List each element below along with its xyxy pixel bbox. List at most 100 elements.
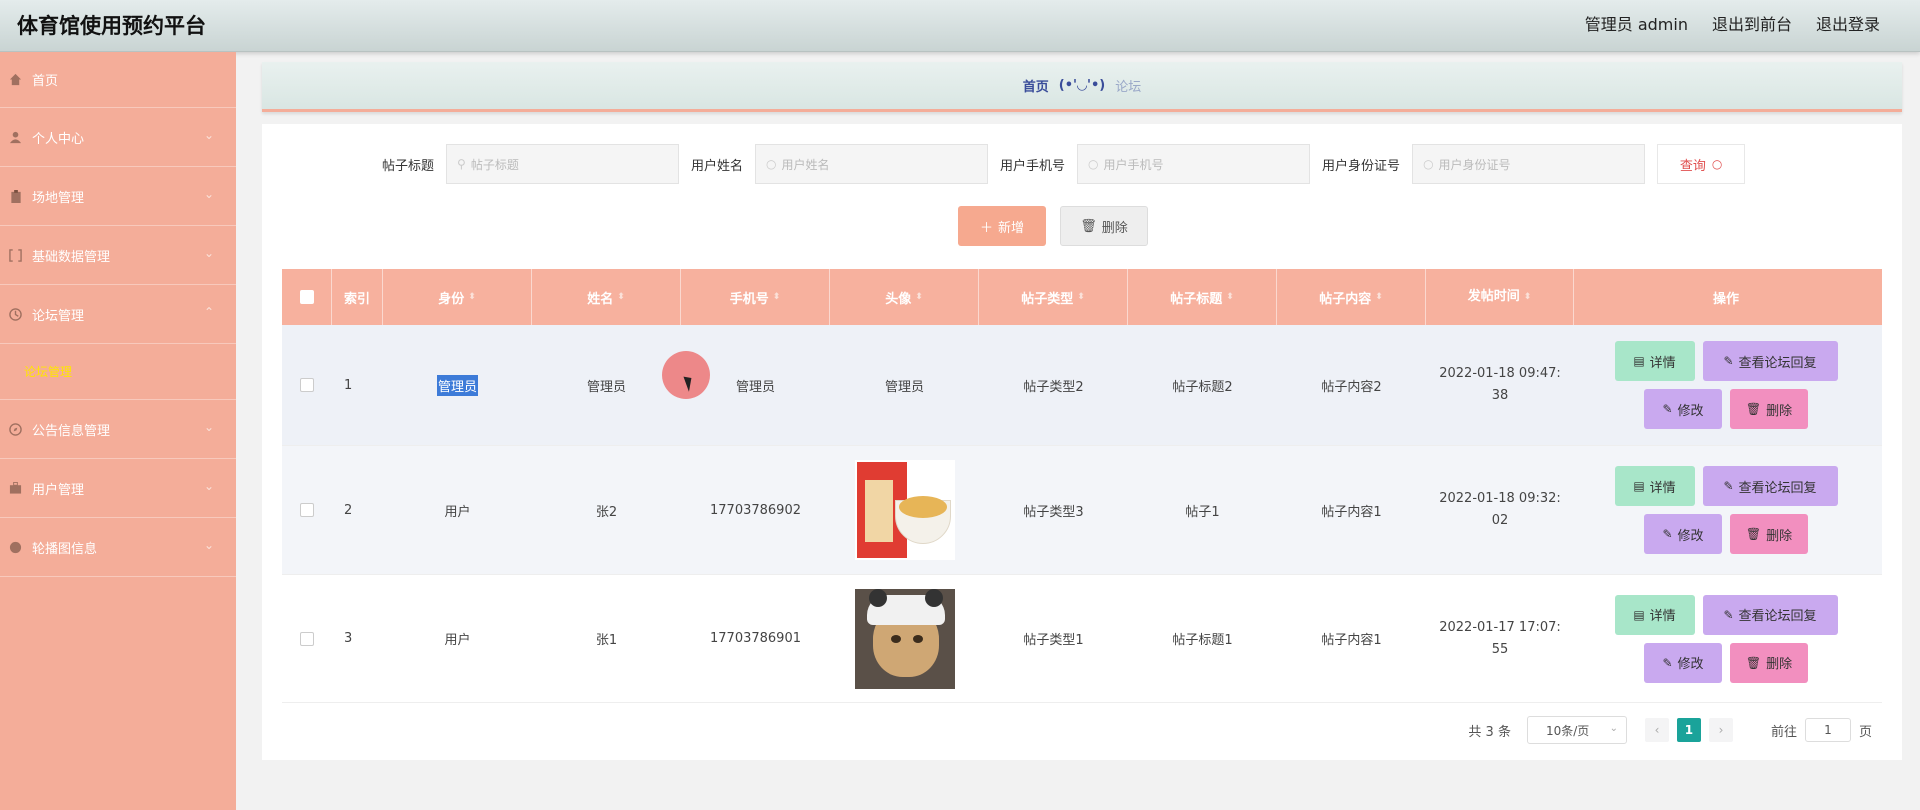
- col-content[interactable]: 帖子内容 ⬍: [1277, 269, 1426, 325]
- prev-page-button[interactable]: ‹: [1644, 718, 1669, 742]
- chevron-down-icon: ⌄: [203, 538, 214, 552]
- batch-delete-label: 删除: [1101, 220, 1128, 236]
- page-size-select[interactable]: 10条/页 ⌄: [1526, 716, 1627, 744]
- sidebar-item-label: 公告信息管理: [32, 423, 111, 439]
- cell-role: 管理员: [383, 325, 532, 445]
- chevron-down-icon: ⌄: [203, 187, 214, 201]
- current-user-label: 管理员 admin: [1584, 15, 1688, 34]
- edit-button-label: 修改: [1677, 657, 1704, 672]
- sidebar-item-forum[interactable]: 论坛管理 ⌃: [0, 285, 236, 344]
- page-unit-label: 页: [1858, 724, 1872, 740]
- post-title-input[interactable]: ⚲ 帖子标题: [446, 144, 680, 184]
- cell-name: 张1: [595, 633, 618, 648]
- search-form: 帖子标题 ⚲ 帖子标题 用户姓名 ○ 用户姓名 用户手机号 ○ 用户手机号 用户…: [382, 144, 1746, 184]
- total-count: 共 3 条: [1468, 724, 1511, 740]
- delete-button[interactable]: 🗑 删除: [1730, 642, 1808, 683]
- view-replies-button[interactable]: ✎ 查看论坛回复: [1702, 594, 1838, 635]
- cell-role: 用户: [444, 633, 471, 648]
- col-avatar-label: 头像: [885, 291, 912, 307]
- row-checkbox[interactable]: [300, 378, 314, 392]
- cell-index: 2: [344, 502, 353, 518]
- table-row: 1 管理员 管理员 管理员 管理员 帖子类型2 帖子标题2 帖子内容2 2022…: [282, 325, 1882, 446]
- main-panel: 帖子标题 ⚲ 帖子标题 用户姓名 ○ 用户姓名 用户手机号 ○ 用户手机号 用户…: [262, 124, 1902, 760]
- user-icon: [8, 130, 23, 145]
- col-time[interactable]: 发帖时间 ⬍: [1426, 269, 1574, 325]
- cell-ops: ▤ 详情 ✎ 查看论坛回复 ✎ 修改 🗑 删除: [1574, 325, 1878, 445]
- next-page-button[interactable]: ›: [1708, 718, 1733, 742]
- detail-button[interactable]: ▤ 详情: [1614, 594, 1695, 635]
- delete-button[interactable]: 🗑 删除: [1730, 514, 1808, 554]
- sidebar-item-home[interactable]: 首页: [0, 52, 236, 108]
- avatar-image-snack[interactable]: [854, 460, 955, 560]
- sidebar-item-venue[interactable]: 场地管理 ⌄: [0, 167, 236, 226]
- detail-button[interactable]: ▤ 详情: [1614, 466, 1695, 506]
- edit-icon: ✎: [1662, 527, 1673, 541]
- col-phone[interactable]: 手机号 ⬍: [681, 269, 830, 325]
- sidebar-item-label: 首页: [32, 74, 59, 89]
- query-button[interactable]: 查询 ○: [1657, 144, 1746, 184]
- edit-button[interactable]: ✎ 修改: [1644, 642, 1722, 683]
- cell-phone: 17703786902: [710, 502, 801, 518]
- view-replies-label: 查看论坛回复: [1738, 355, 1817, 371]
- page-number-button[interactable]: 1: [1676, 718, 1701, 742]
- edit-icon: ✎: [1662, 402, 1673, 416]
- row-checkbox-cell: [282, 325, 332, 445]
- add-button[interactable]: ＋ 新增: [958, 206, 1046, 246]
- detail-button[interactable]: ▤ 详情: [1614, 341, 1695, 381]
- search-icon: ○: [1711, 157, 1723, 171]
- back-to-front-link[interactable]: 退出到前台: [1712, 11, 1792, 35]
- sidebar-item-users[interactable]: 用户管理 ⌄: [0, 459, 236, 518]
- bracket-icon: [8, 248, 23, 263]
- cell-content: 帖子内容1: [1321, 504, 1382, 520]
- user-id-input[interactable]: ○ 用户身份证号: [1412, 144, 1646, 184]
- chevron-down-icon: ⌄: [203, 246, 214, 260]
- delete-button[interactable]: 🗑 删除: [1730, 389, 1808, 429]
- add-button-label: 新增: [998, 220, 1025, 236]
- breadcrumb: 首页 (•'◡'•) 论坛: [262, 62, 1902, 112]
- select-all-checkbox[interactable]: [299, 290, 314, 304]
- row-checkbox[interactable]: [300, 503, 314, 517]
- user-phone-label: 用户手机号: [1000, 158, 1066, 174]
- app-title: 体育馆使用预约平台: [17, 14, 206, 38]
- sidebar-item-base-data[interactable]: 基础数据管理 ⌄: [0, 226, 236, 285]
- col-name-label: 姓名: [587, 291, 614, 307]
- sidebar-subitem-forum-manage[interactable]: 论坛管理: [0, 344, 236, 400]
- view-replies-button[interactable]: ✎ 查看论坛回复: [1702, 341, 1838, 381]
- header-links: 管理员 admin 退出到前台 退出登录: [1585, 11, 1880, 35]
- detail-button-label: 详情: [1649, 480, 1676, 496]
- cell-content: 帖子内容1: [1321, 633, 1382, 648]
- breadcrumb-home[interactable]: 首页: [1023, 76, 1049, 95]
- view-replies-button[interactable]: ✎ 查看论坛回复: [1702, 466, 1838, 506]
- sidebar-item-personal-center[interactable]: 个人中心 ⌄: [0, 108, 236, 167]
- col-content-label: 帖子内容: [1319, 291, 1372, 307]
- avatar-image-cat[interactable]: [854, 588, 955, 689]
- cell-avatar: [830, 575, 979, 702]
- col-role[interactable]: 身份 ⬍: [383, 269, 532, 325]
- sidebar-item-carousel[interactable]: 轮播图信息 ⌄: [0, 518, 236, 577]
- cell-title: 帖子1: [1185, 504, 1220, 520]
- sidebar-item-label: 论坛管理: [32, 308, 85, 324]
- delete-button-label: 删除: [1766, 657, 1793, 672]
- col-title[interactable]: 帖子标题 ⬍: [1128, 269, 1277, 325]
- goto-page-input[interactable]: 1: [1804, 718, 1851, 742]
- col-avatar[interactable]: 头像 ⬍: [830, 269, 979, 325]
- briefcase-icon: [8, 481, 23, 496]
- edit-button[interactable]: ✎ 修改: [1644, 389, 1722, 429]
- edit-button[interactable]: ✎ 修改: [1644, 514, 1722, 554]
- cell-time-part1: 2022-01-17 17:07:: [1439, 619, 1561, 635]
- batch-delete-button[interactable]: 🗑 删除: [1060, 206, 1148, 246]
- row-checkbox[interactable]: [300, 631, 314, 646]
- col-type[interactable]: 帖子类型 ⬍: [979, 269, 1128, 325]
- user-name-input[interactable]: ○ 用户姓名: [755, 144, 989, 184]
- logout-link[interactable]: 退出登录: [1816, 11, 1880, 35]
- search-icon: ○: [766, 157, 777, 171]
- cell-time-part2: 02: [1491, 513, 1509, 528]
- row-checkbox-cell: [282, 575, 332, 702]
- sidebar-item-notice[interactable]: 公告信息管理 ⌄: [0, 400, 236, 459]
- table-row: 3 用户 张1 17703786901 帖子类型1 帖子标题1 帖子内容1 20…: [282, 575, 1882, 703]
- cell-type: 帖子类型3: [1023, 504, 1084, 520]
- user-phone-input[interactable]: ○ 用户手机号: [1077, 144, 1311, 184]
- cell-time: 2022-01-18 09:47: 38: [1426, 325, 1574, 445]
- col-name[interactable]: 姓名 ⬍: [532, 269, 681, 325]
- cell-time: 2022-01-17 17:07: 55: [1426, 575, 1574, 702]
